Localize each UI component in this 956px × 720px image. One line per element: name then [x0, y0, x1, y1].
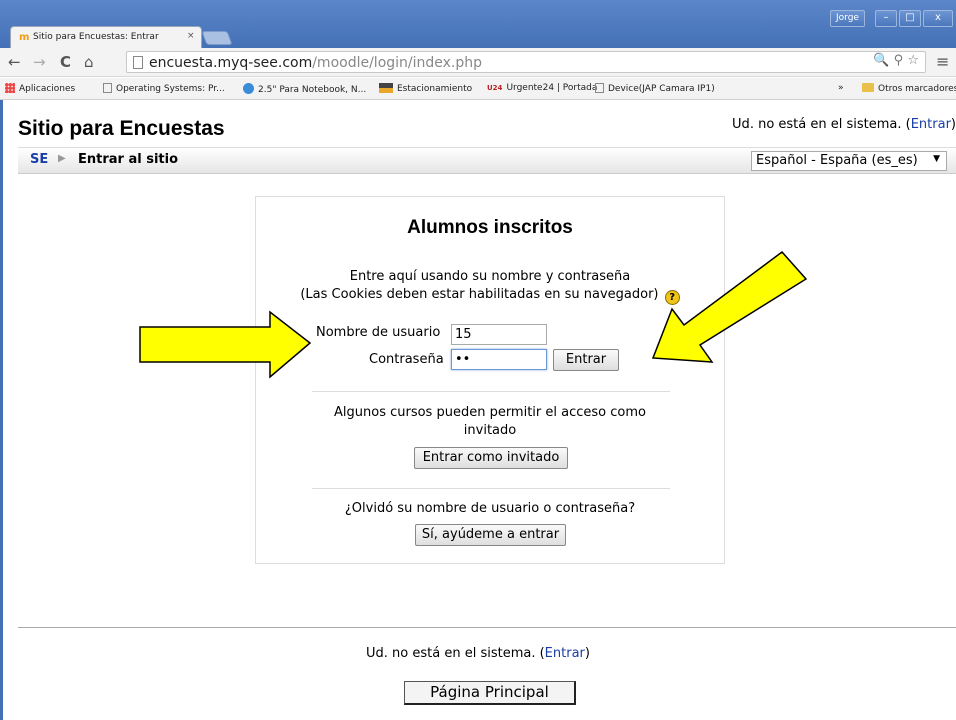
footer-login-info: Ud. no está en el sistema. (Entrar)	[366, 646, 590, 661]
right-arrow-annotation	[139, 310, 312, 379]
home-page-button[interactable]: Página Principal	[404, 681, 576, 705]
footer-divider	[18, 627, 956, 628]
footer-login-link[interactable]: Entrar	[545, 646, 585, 661]
annotation-arrows	[139, 250, 808, 379]
left-arrow-annotation	[651, 250, 808, 363]
